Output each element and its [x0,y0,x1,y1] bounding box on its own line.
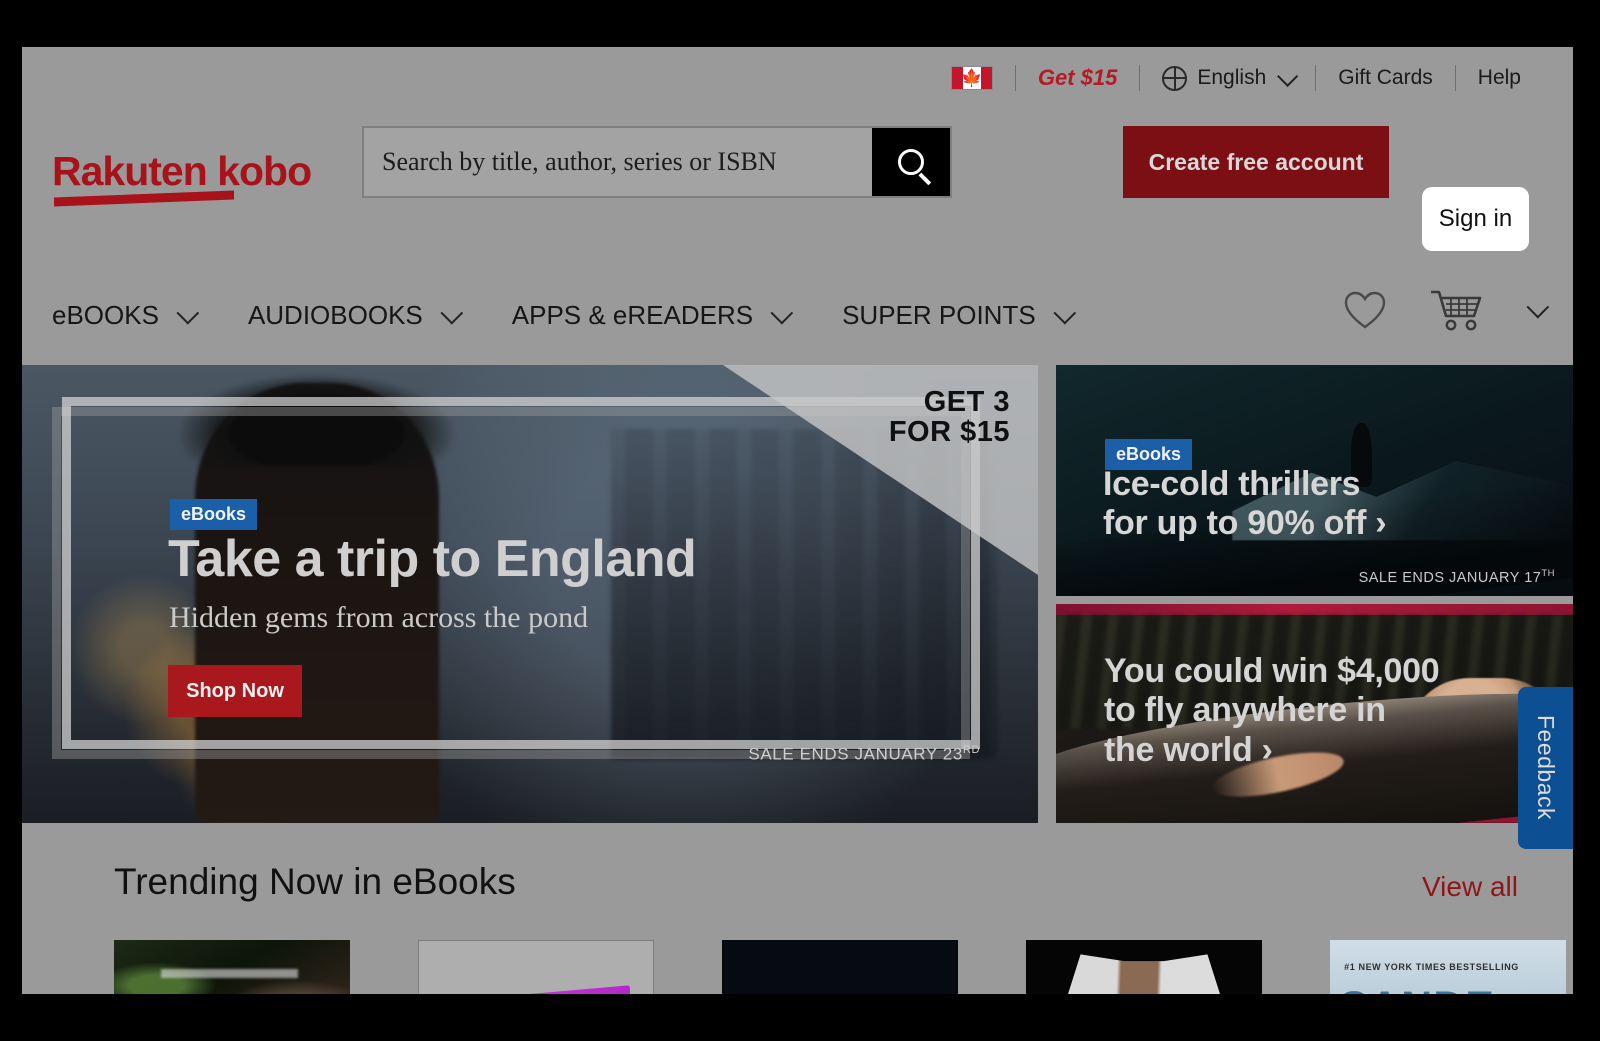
main-navigation: eBOOKS AUDIOBOOKS APPS & eREADERS SUPER … [22,260,1573,380]
heart-icon[interactable] [1343,290,1387,330]
hero-category-badge: eBooks [170,499,257,530]
search-input[interactable] [364,147,872,177]
chevron-down-icon [1277,65,1298,86]
promo-card-win-4000[interactable]: You could win $4,000 to fly anywhere in … [1056,604,1573,823]
chevron-down-icon [440,301,463,324]
shopping-cart-icon[interactable] [1429,288,1485,332]
promo1-title-line2: for up to 90% off › [1103,504,1386,543]
search-icon [898,149,924,175]
masthead: Rakuten kobo Create free account Sign in [22,110,1573,260]
help-link[interactable]: Help [1456,66,1543,90]
book-cover-5[interactable]: #1 NEW YORK TIMES BESTSELLING SANDE [1330,940,1566,994]
cover5-author: SANDE [1339,983,1495,994]
book-cover-1[interactable] [114,940,350,994]
hero-sale-ends-suffix: RD [963,744,980,756]
sign-in-button[interactable]: Sign in [1422,187,1529,251]
screenshot-viewport: 🍁 Get $15 English Gift Cards Help [0,0,1600,1041]
get-15-promo-link[interactable]: Get $15 [1016,65,1140,91]
nav-label: SUPER POINTS [842,300,1036,331]
cover4-figure [1045,954,1243,994]
nav-item-super-points[interactable]: SUPER POINTS [842,300,1070,331]
globe-icon [1162,66,1187,91]
cover1-banner [161,969,298,978]
kobo-homepage: 🍁 Get $15 English Gift Cards Help [22,47,1573,994]
utility-bar: 🍁 Get $15 English Gift Cards Help [22,47,1573,110]
logo-rakuten-text: Rakuten [52,148,207,194]
book-cover-2[interactable] [418,940,654,994]
promo1-sale-ends: SALE ENDS JANUARY 17TH [1359,568,1555,586]
logo-kobo-text: kobo [217,148,311,194]
cart-chevron-down-icon[interactable] [1527,296,1550,319]
view-all-link[interactable]: View all [1422,871,1518,903]
chevron-down-icon [176,301,199,324]
language-selector[interactable]: English [1140,66,1315,91]
trending-title: Trending Now in eBooks [114,861,516,903]
promo1-title-line1: Ice-cold thrillers [1103,465,1386,504]
nav-label: APPS & eREADERS [512,300,753,331]
hero-sale-ends: SALE ENDS JANUARY 23RD [748,744,980,765]
promo2-top-strip [1056,604,1573,615]
feedback-tab[interactable]: Feedback [1518,687,1573,849]
promo-column: eBooks Ice-cold thrillers for up to 90% … [1038,365,1573,823]
promo1-title: Ice-cold thrillers for up to 90% off › [1103,465,1386,543]
hero-offer-line2: FOR $15 [889,417,1010,447]
promo2-title-line1: You could win $4,000 [1104,652,1439,691]
promo2-title-line3: the world › [1104,731,1439,770]
book-cover-4[interactable] [1026,940,1262,994]
hero-sale-ends-text: SALE ENDS JANUARY 23 [748,745,963,764]
canada-flag-icon: 🍁 [951,66,993,90]
search-button[interactable] [872,128,950,196]
nav-item-ebooks[interactable]: eBOOKS [52,300,193,331]
promo2-title: You could win $4,000 to fly anywhere in … [1104,652,1439,770]
nav-item-apps-ereaders[interactable]: APPS & eREADERS [512,300,787,331]
shop-now-button[interactable]: Shop Now [168,665,302,717]
nav-label: eBOOKS [52,300,159,331]
trending-cover-list: ROADKILL #1 NEW YORK TIMES BESTSELLING S… [114,940,1566,994]
search-bar [362,126,952,198]
hero-offer-line1: GET 3 [889,387,1010,417]
gift-cards-link[interactable]: Gift Cards [1316,66,1455,90]
country-selector[interactable]: 🍁 [929,66,1015,90]
nav-item-audiobooks[interactable]: AUDIOBOOKS [248,300,457,331]
get-15-label: Get $15 [1038,65,1118,91]
nav-label: AUDIOBOOKS [248,300,423,331]
cover5-kicker: #1 NEW YORK TIMES BESTSELLING [1344,962,1519,972]
hero-offer-text: GET 3 FOR $15 [889,387,1010,448]
book-cover-3[interactable]: ROADKILL [722,940,958,994]
create-free-account-button[interactable]: Create free account [1123,126,1389,198]
promo1-sale-ends-suffix: TH [1541,568,1555,579]
hero-band: GET 3 FOR $15 eBooks Take a trip to Engl… [22,365,1573,823]
promo-card-ice-cold-thrillers[interactable]: eBooks Ice-cold thrillers for up to 90% … [1056,365,1573,596]
feedback-label: Feedback [1532,715,1559,820]
hero-subtitle: Hidden gems from across the pond [169,601,588,635]
language-label: English [1197,66,1266,90]
trending-section: Trending Now in eBooks View all ROADKILL… [22,823,1573,994]
chevron-down-icon [771,301,794,324]
promo1-sale-ends-text: SALE ENDS JANUARY 17 [1359,570,1542,586]
hero-title: Take a trip to England [168,529,696,589]
rakuten-kobo-logo[interactable]: Rakuten kobo [52,148,311,195]
promo2-title-line2: to fly anywhere in [1104,691,1439,730]
chevron-down-icon [1053,301,1076,324]
cover2-book [452,985,630,994]
hero-banner-england[interactable]: GET 3 FOR $15 eBooks Take a trip to Engl… [22,365,1038,823]
